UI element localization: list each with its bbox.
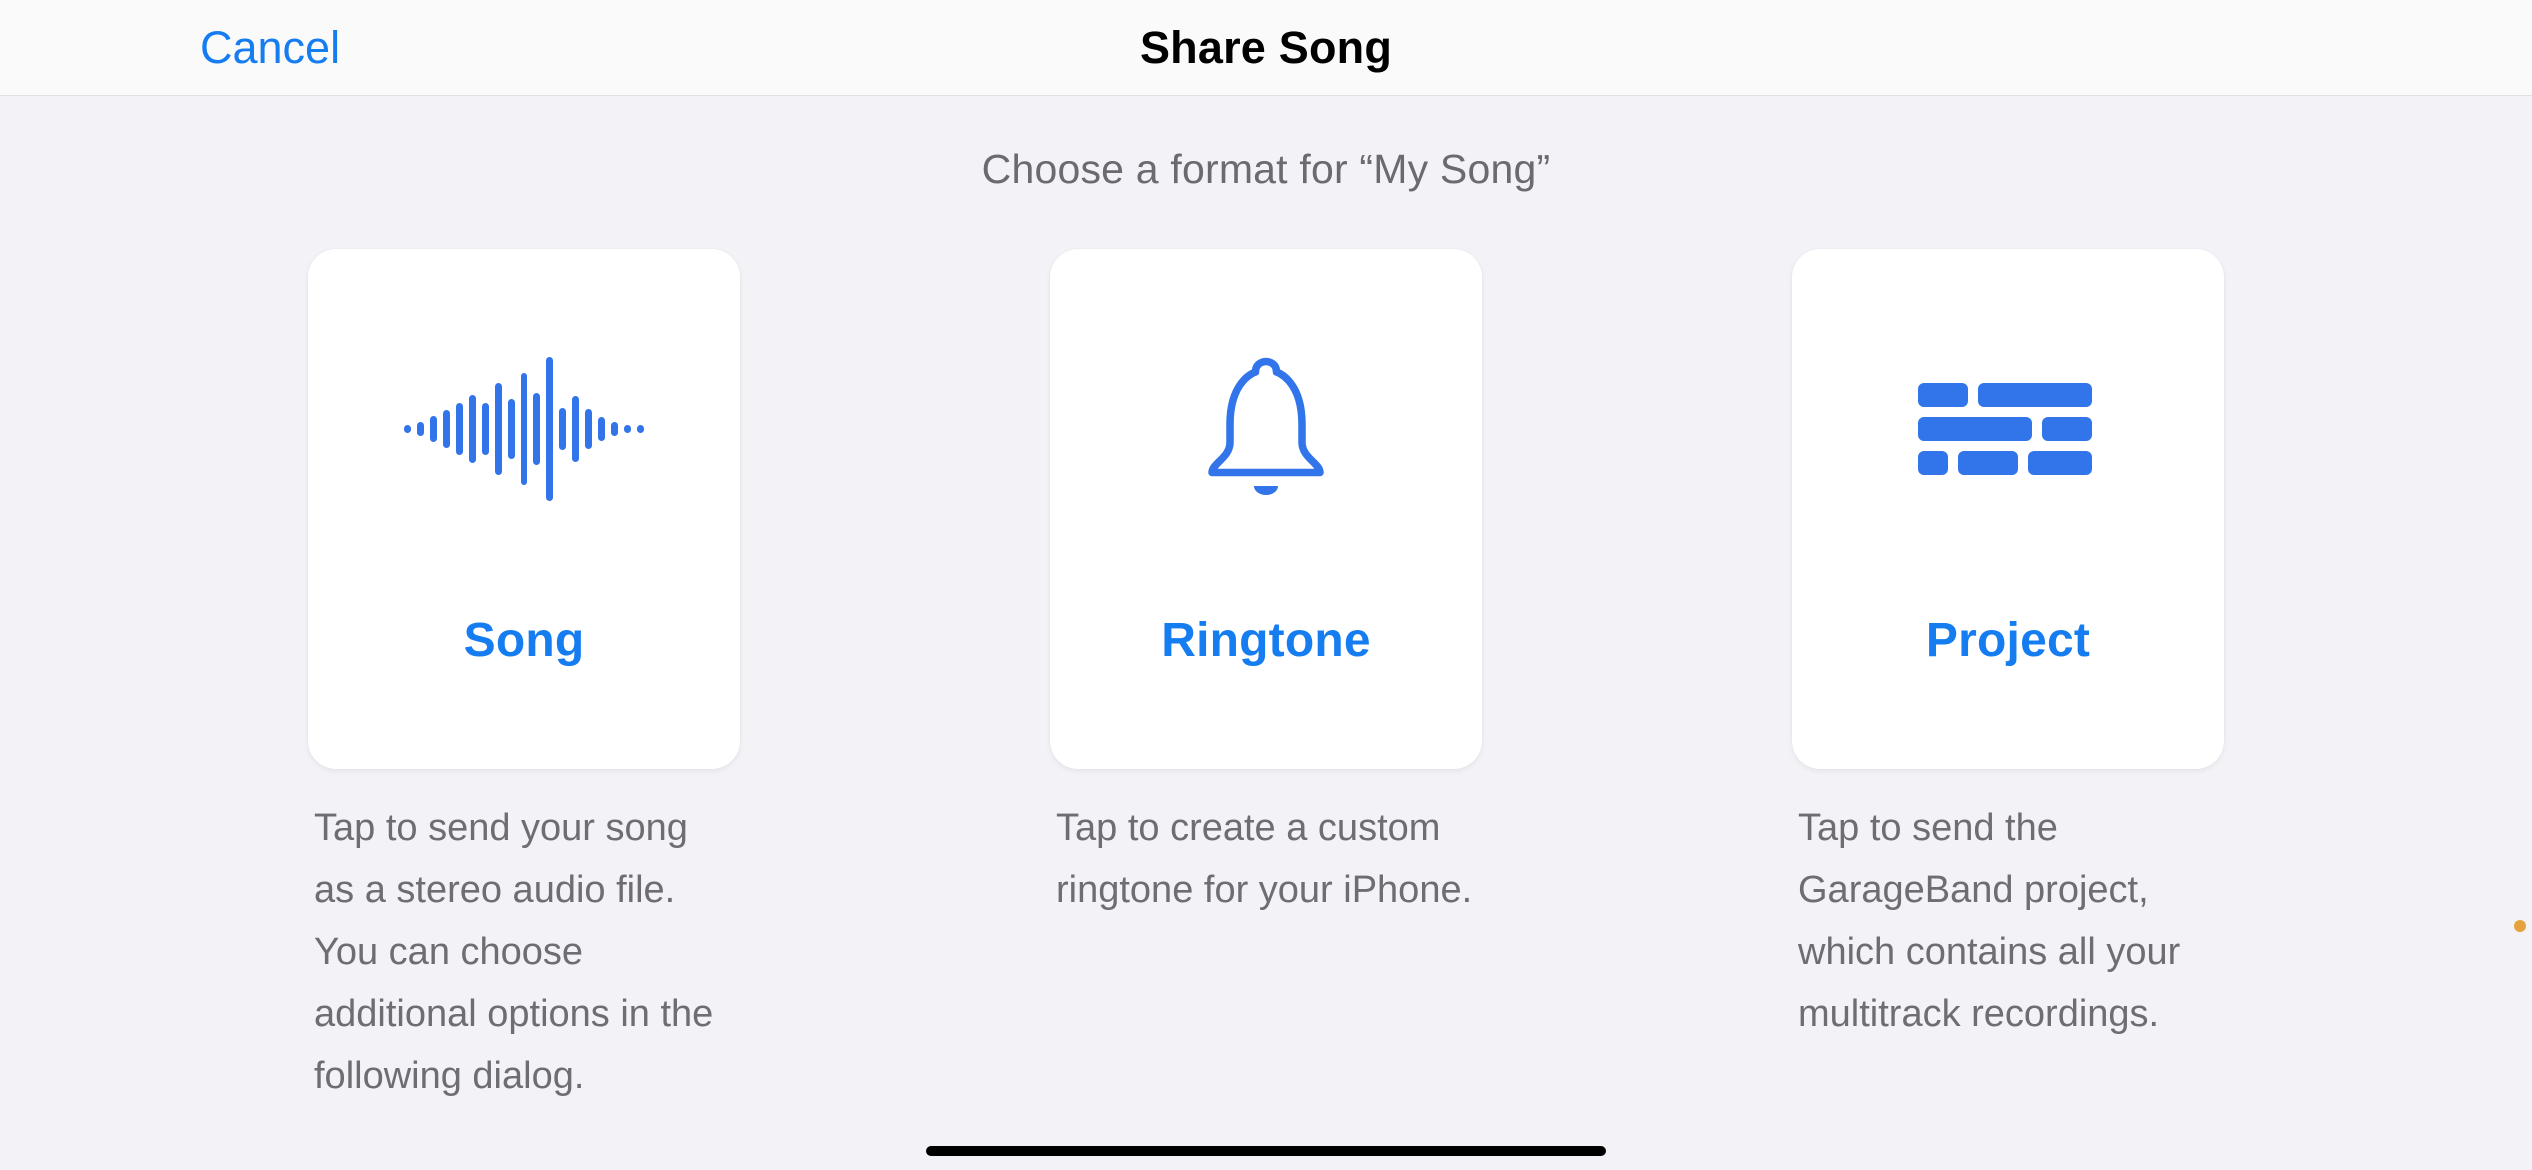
card-song[interactable]: Song bbox=[308, 249, 740, 769]
card-title-ringtone: Ringtone bbox=[1161, 613, 1371, 668]
bell-icon bbox=[1191, 309, 1341, 549]
content-area: Choose a format for “My Song” bbox=[0, 96, 2532, 1107]
option-desc-song: Tap to send your song as a stereo audio … bbox=[308, 797, 740, 1107]
cancel-button[interactable]: Cancel bbox=[200, 0, 340, 95]
prompt-text: Choose a format for “My Song” bbox=[982, 146, 1551, 193]
card-title-project: Project bbox=[1926, 613, 2090, 668]
card-project[interactable]: Project bbox=[1792, 249, 2224, 769]
option-ringtone: Ringtone Tap to create a custom ringtone… bbox=[1050, 249, 1482, 1107]
format-options-row: Song Tap to send your song as a stereo a… bbox=[308, 249, 2224, 1107]
option-song: Song Tap to send your song as a stereo a… bbox=[308, 249, 740, 1107]
tracks-icon bbox=[1918, 309, 2098, 549]
option-project: Project Tap to send the GarageBand proje… bbox=[1792, 249, 2224, 1107]
home-indicator[interactable] bbox=[926, 1146, 1606, 1156]
card-title-song: Song bbox=[464, 613, 585, 668]
nav-bar: Cancel Share Song bbox=[0, 0, 2532, 96]
option-desc-ringtone: Tap to create a custom ringtone for your… bbox=[1050, 797, 1482, 921]
page-title: Share Song bbox=[1140, 22, 1392, 74]
card-ringtone[interactable]: Ringtone bbox=[1050, 249, 1482, 769]
waveform-icon bbox=[404, 309, 644, 549]
option-desc-project: Tap to send the GarageBand project, whic… bbox=[1792, 797, 2224, 1045]
side-dot-icon bbox=[2514, 920, 2526, 932]
